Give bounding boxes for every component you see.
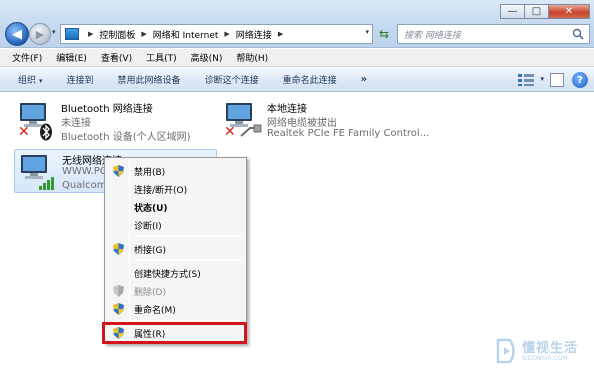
menu-item-label: 桥接(G) bbox=[134, 245, 166, 256]
command-bar: 组织 ▾ 连接到 禁用此网络设备 诊断这个连接 重命名此连接 » bbox=[0, 68, 594, 92]
more-commands-button[interactable]: » bbox=[361, 74, 367, 85]
uac-shield-icon bbox=[113, 303, 124, 315]
connection-local[interactable]: ✕ 本地连接 网络电缆被拔出 Realtek PCIe FE Family Co… bbox=[220, 98, 450, 142]
menu-tools[interactable]: 工具(T) bbox=[146, 51, 177, 64]
recent-pages-dropdown[interactable]: ▾ bbox=[52, 28, 56, 36]
connection-title: Bluetooth 网络连接 bbox=[61, 104, 153, 115]
control-panel-icon bbox=[65, 28, 79, 40]
address-bar[interactable]: ▶ 控制面板 ▶ 网络和 Internet ▶ 网络连接 ▶ ▾ bbox=[60, 24, 373, 44]
window-controls: — □ ✕ bbox=[500, 4, 590, 19]
connection-status: WWW.PC bbox=[62, 166, 107, 177]
disable-device-button[interactable]: 禁用此网络设备 bbox=[118, 73, 181, 86]
maximize-button[interactable]: □ bbox=[524, 4, 549, 19]
menu-item-diagnose[interactable]: 诊断(I) bbox=[107, 216, 244, 234]
uac-shield-icon bbox=[113, 243, 124, 255]
menu-separator bbox=[132, 260, 244, 261]
menu-separator bbox=[132, 236, 244, 237]
breadcrumb-network-internet[interactable]: 网络和 Internet bbox=[153, 28, 219, 41]
menu-item-status[interactable]: 状态(U) bbox=[107, 198, 244, 216]
menu-file[interactable]: 文件(F) bbox=[12, 51, 42, 64]
chevron-down-icon: ▾ bbox=[39, 77, 43, 85]
disconnected-x-icon: ✕ bbox=[18, 124, 30, 140]
connection-device: Qualcom bbox=[62, 180, 107, 191]
forward-button[interactable]: ▶ bbox=[29, 23, 51, 45]
change-view-icon[interactable] bbox=[518, 74, 534, 86]
diagnose-button[interactable]: 诊断这个连接 bbox=[205, 73, 259, 86]
menu-view[interactable]: 查看(V) bbox=[101, 51, 132, 64]
chevron-right-icon[interactable]: ▶ bbox=[141, 30, 146, 38]
address-dropdown-icon[interactable]: ▾ bbox=[365, 28, 369, 36]
close-button[interactable]: ✕ bbox=[548, 4, 590, 19]
chevron-right-icon[interactable]: ▶ bbox=[278, 30, 283, 38]
breadcrumb-network-connections[interactable]: 网络连接 bbox=[236, 28, 272, 41]
menu-edit[interactable]: 编辑(E) bbox=[56, 51, 87, 64]
menu-item-label: 诊断(I) bbox=[134, 221, 162, 232]
menu-item-label: 重命名(M) bbox=[134, 305, 176, 316]
menu-item-rename[interactable]: 重命名(M) bbox=[107, 300, 244, 318]
organize-label: 组织 bbox=[18, 76, 37, 86]
uac-shield-icon bbox=[113, 285, 124, 297]
watermark-logo-icon bbox=[496, 338, 515, 364]
watermark-subtext: SIDONSHI.COM bbox=[522, 355, 568, 362]
chevron-right-icon[interactable]: ▶ bbox=[88, 30, 93, 38]
view-dropdown-icon[interactable]: ▾ bbox=[540, 75, 544, 83]
menu-item-create-shortcut[interactable]: 创建快捷方式(S) bbox=[107, 264, 244, 282]
back-button[interactable]: ◀ bbox=[5, 22, 29, 46]
bluetooth-icon bbox=[40, 123, 52, 141]
organize-button[interactable]: 组织 ▾ bbox=[18, 73, 43, 86]
menu-item-bridge[interactable]: 桥接(G) bbox=[107, 240, 244, 258]
search-icon[interactable] bbox=[572, 28, 584, 40]
title-bar: — □ ✕ ◀ ▶ ▾ ▶ 控制面板 ▶ 网络和 Internet ▶ 网络连接… bbox=[0, 0, 594, 48]
connection-status: 网络电缆被拔出 bbox=[267, 118, 337, 129]
connection-title: 本地连接 bbox=[267, 104, 307, 115]
disconnected-x-icon: ✕ bbox=[224, 124, 236, 140]
menu-item-label: 禁用(B) bbox=[134, 167, 166, 178]
uac-shield-icon bbox=[113, 165, 124, 177]
properties-highlight-box bbox=[102, 322, 247, 344]
minimize-button[interactable]: — bbox=[500, 4, 525, 19]
breadcrumb-control-panel[interactable]: 控制面板 bbox=[99, 28, 135, 41]
refresh-icon[interactable]: ⇆ bbox=[375, 24, 393, 44]
context-menu: 禁用(B) 连接/断开(O) 状态(U) 诊断(I) 桥接(G) 创建快捷方式(… bbox=[104, 157, 247, 344]
search-input[interactable]: 搜索 网络连接 bbox=[397, 24, 590, 44]
menu-advanced[interactable]: 高级(N) bbox=[191, 51, 223, 64]
menu-item-label: 删除(D) bbox=[134, 287, 166, 298]
connection-status: 未连接 bbox=[61, 118, 91, 129]
menu-item-label: 创建快捷方式(S) bbox=[134, 269, 201, 280]
watermark-text: 懂视生活 bbox=[522, 341, 579, 356]
menu-item-connect-disconnect[interactable]: 连接/断开(O) bbox=[107, 180, 244, 198]
menu-item-delete: 删除(D) bbox=[107, 282, 244, 300]
search-placeholder: 搜索 网络连接 bbox=[404, 30, 461, 41]
chevron-right-icon[interactable]: ▶ bbox=[224, 30, 229, 38]
connection-device: Realtek PCIe FE Family Control... bbox=[267, 128, 430, 139]
watermark: 懂视生活 SIDONSHI.COM bbox=[496, 335, 588, 369]
preview-pane-icon[interactable] bbox=[550, 73, 564, 87]
menu-item-label: 连接/断开(O) bbox=[134, 185, 188, 196]
menu-separator bbox=[132, 320, 244, 321]
rename-button[interactable]: 重命名此连接 bbox=[283, 73, 337, 86]
connect-to-button[interactable]: 连接到 bbox=[67, 73, 94, 86]
menu-item-label: 状态(U) bbox=[134, 203, 168, 214]
menu-item-disable[interactable]: 禁用(B) bbox=[107, 162, 244, 180]
menu-bar: 文件(F) 编辑(E) 查看(V) 工具(T) 高级(N) 帮助(H) bbox=[0, 49, 594, 67]
menu-help[interactable]: 帮助(H) bbox=[236, 51, 268, 64]
help-icon[interactable]: ? bbox=[572, 72, 588, 88]
wifi-signal-icon bbox=[39, 177, 54, 190]
connection-device: Bluetooth 设备(个人区域网) bbox=[61, 132, 191, 143]
network-cable-icon bbox=[240, 124, 262, 137]
connection-bluetooth[interactable]: ✕ Bluetooth 网络连接 未连接 Bluetooth 设备(个人区域网) bbox=[14, 98, 214, 143]
